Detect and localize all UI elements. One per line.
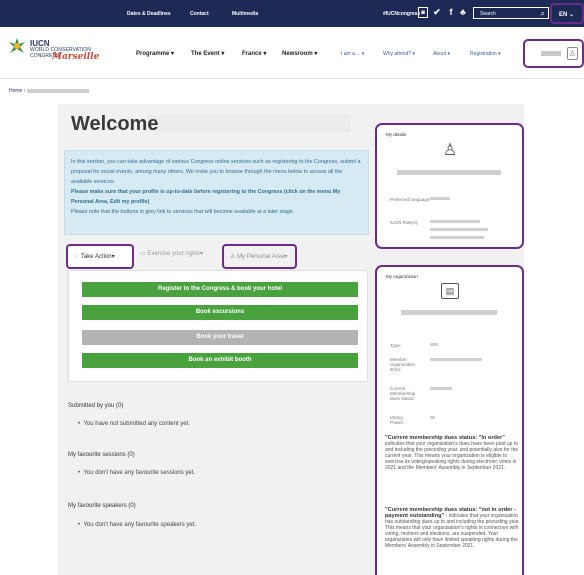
voting-label: Voting Power:	[390, 415, 405, 425]
register-button[interactable]: Register to the Congress & book your hot…	[82, 282, 358, 297]
breadcrumb-home[interactable]: Home	[9, 88, 22, 94]
tab-personal-area[interactable]: ♙ My Personal Area▾	[222, 244, 297, 269]
roles-value	[430, 220, 480, 223]
travel-button[interactable]: Book your travel	[82, 330, 358, 345]
organization-name	[401, 310, 497, 315]
voting-value	[430, 416, 435, 419]
site-header: IUCN WORLD CONSERVATION CONGRESS Marseil…	[0, 27, 584, 79]
nav-programme[interactable]: Programme ▾	[136, 50, 174, 57]
user-icon[interactable]: ♙	[567, 47, 578, 60]
hand-icon: ☞	[74, 254, 80, 260]
exhibit-button[interactable]: Book an exhibit booth	[82, 353, 358, 368]
not-in-order-explanation: "Current membership dues status: "not in…	[385, 507, 522, 575]
info-grey-note: Please note that the buttons in grey lin…	[71, 209, 295, 215]
top-bar: Dates & Deadlines Contact Multimedia #IU…	[0, 0, 584, 27]
search-icon[interactable]: ⌕	[541, 9, 545, 19]
info-profile-note: Please make sure that your profile is up…	[71, 189, 341, 205]
language-label: EN	[559, 12, 568, 18]
user-icon: ♙	[230, 254, 236, 260]
nav-about[interactable]: About ▾	[433, 51, 450, 57]
nav-france[interactable]: France ▾	[242, 50, 266, 57]
contact-link[interactable]: Contact	[190, 11, 209, 17]
user-fullname	[397, 170, 501, 175]
tab-exercise-rights[interactable]: ▭ Exercise your rights▾	[140, 250, 203, 257]
details-title: My details	[386, 132, 407, 137]
tab-take-action[interactable]: ☞ Take Action▾	[66, 244, 134, 269]
search-box[interactable]: Search ⌕	[473, 7, 549, 19]
my-organization-card: My organization ▤ Type: Member organizat…	[375, 265, 524, 575]
camera-icon[interactable]: ◙	[418, 7, 428, 18]
user-menu[interactable]: ♙	[523, 39, 584, 68]
calendar-icon: ▭	[140, 251, 146, 257]
dues-value	[430, 387, 452, 390]
submitted-empty: • You have not submitted any content yet…	[78, 421, 190, 427]
submitted-title: Submitted by you (0)	[68, 403, 124, 409]
hashtag-link[interactable]: #IUCNcongress	[383, 11, 420, 17]
my-details-card: My details ♙ Preferred language: IUCN Ro…	[375, 123, 524, 249]
breadcrumb-current	[26, 88, 89, 93]
nav-i-am-a[interactable]: I am a ... ▾	[341, 51, 364, 57]
briefcase-icon: ▤	[441, 283, 459, 299]
speakers-title: My favourite speakers (0)	[68, 503, 136, 509]
type-value	[430, 343, 438, 346]
congress-logo[interactable]: IUCN WORLD CONSERVATION CONGRESS Marseil…	[30, 39, 99, 62]
user-name	[541, 51, 561, 56]
not-in-order-text: - indicates that your organisation has o…	[385, 513, 520, 549]
page-title: Welcome	[71, 113, 159, 135]
excursions-button[interactable]: Book excursions	[82, 305, 358, 320]
in-order-text: indicates that your organization's dues …	[385, 441, 519, 471]
speakers-empty: • You don't have any favourite speakers …	[78, 522, 197, 528]
breadcrumb: Home ›	[9, 88, 89, 94]
multimedia-link[interactable]: Multimedia	[232, 11, 258, 17]
iucn-logo-icon[interactable]	[7, 36, 27, 56]
sessions-title: My favourite sessions (0)	[68, 452, 135, 458]
nav-registration[interactable]: Registration ▾	[470, 51, 501, 57]
language-label: Preferred language:	[390, 197, 431, 202]
type-label: Type:	[390, 343, 402, 348]
roles-value-3	[430, 236, 484, 239]
info-box: In this section, you can take advantage …	[64, 150, 369, 235]
twitter-icon[interactable]: ✔	[432, 7, 442, 18]
logo-line4: Marseille	[52, 52, 100, 62]
nav-newsroom[interactable]: Newsroom ▾	[282, 50, 317, 57]
facebook-icon[interactable]: f	[446, 7, 456, 18]
info-text: In this section, you can take advantage …	[71, 159, 361, 185]
nav-the-event[interactable]: The Event ▾	[191, 50, 224, 57]
language-selector[interactable]: EN ⌄	[550, 3, 584, 24]
account-icon[interactable]: ♣	[458, 7, 468, 18]
dates-deadlines-link[interactable]: Dates & Deadlines	[127, 11, 171, 17]
roles-value-2	[430, 228, 488, 231]
roles-label: IUCN Role(s):	[390, 220, 419, 225]
organization-title: My organization	[386, 274, 418, 279]
member-id-value	[430, 358, 482, 361]
welcome-name	[147, 115, 351, 132]
nav-why-attend[interactable]: Why attend? ▾	[383, 51, 415, 57]
sessions-empty: • You don't have any favourite sessions …	[78, 470, 196, 476]
dues-label: Current Membership dues status:	[390, 386, 416, 401]
in-order-explanation: "Current membership dues status: "In ord…	[385, 435, 522, 505]
search-input[interactable]: Search	[480, 11, 496, 17]
user-icon: ♙	[442, 142, 458, 159]
member-id-label: Member organization ID(s):	[390, 357, 416, 372]
language-value	[430, 197, 450, 200]
